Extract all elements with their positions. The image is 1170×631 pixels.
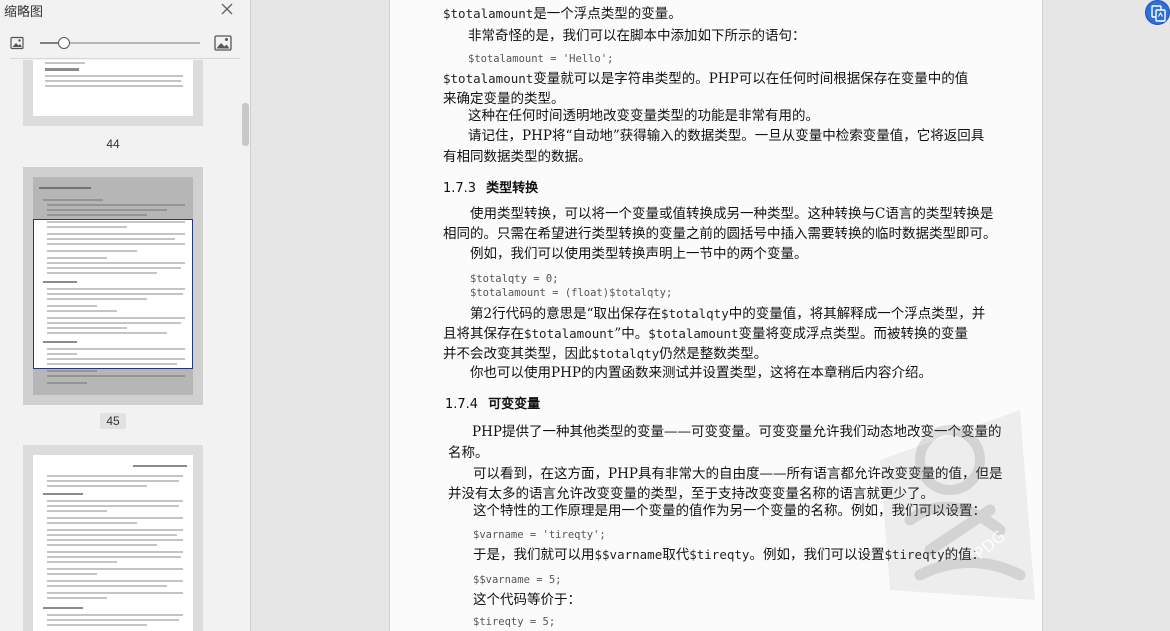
thumbnail-panel-title: 缩略图: [4, 4, 44, 19]
section-heading: 1.7.3 类型转换: [443, 180, 538, 198]
document-page: $totalamount是一个浮点类型的变量。 非常奇怪的是，我们可以在脚本中添加…: [389, 0, 1043, 631]
text-line: $totalamount是一个浮点类型的变量。: [443, 5, 682, 23]
text-run: 。例如，我们可以设置: [749, 547, 885, 563]
thumbnail-page-45[interactable]: [23, 167, 203, 405]
image-small-icon[interactable]: [10, 36, 24, 50]
code-line: $$varname = 5;: [473, 570, 562, 589]
zoom-slider-handle[interactable]: [58, 37, 70, 49]
inline-code: $totalamount: [443, 71, 534, 86]
code-line: $totalamount = 'Hello';: [468, 49, 613, 68]
text-run: 来确定变量的类型。: [443, 91, 565, 107]
inline-code: $totalqty: [591, 346, 660, 361]
image-large-icon[interactable]: [214, 34, 232, 52]
text-run: 有相同数据类型的数据。: [443, 149, 592, 165]
text-line: 这个代码等价于：: [473, 591, 581, 609]
text-line: 第2行代码的意思是“取出保存在$totalqty中的变量值，将其解释成一个浮点类…: [470, 305, 985, 323]
translate-tool-icon: [1151, 5, 1166, 22]
text-run: 例如，我们可以使用类型转换声明上一节中的两个变量。: [470, 246, 808, 262]
text-line: 请记住，PHP将“自动地”获得输入的数据类型。一旦从变量中检索变量值，它将返回具: [468, 127, 984, 145]
text-line: 且将其保存在$totalamount”中。$totalamount变量将变成浮点…: [443, 325, 968, 343]
section-title: 可变变量: [488, 397, 541, 412]
text-run: 变量将变成浮点类型。而被转换的变量: [738, 326, 969, 342]
float-tool-button[interactable]: [1145, 0, 1170, 25]
section-title: 类型转换: [486, 181, 539, 196]
text-line: 来确定变量的类型。: [443, 90, 565, 108]
thumbnail-page-number: 44: [106, 137, 120, 151]
code-line: $totalamount = (float)$totalqty;: [470, 283, 672, 302]
inline-code: $$varname = 5;: [473, 574, 562, 586]
code-line: $tireqty = 5;: [473, 612, 555, 631]
panel-divider: [10, 58, 240, 59]
text-run: 请记住，PHP将“自动地”获得输入的数据类型。一旦从变量中检索变量值，它将返回具: [468, 128, 985, 144]
text-run: 你也可以使用PHP的内置函数来测试并设置类型，这将在本章稍后内容介绍。: [470, 365, 932, 381]
inline-code: $totalamount = (float)$totalqty;: [470, 287, 673, 299]
inline-code: $$varname: [594, 547, 663, 562]
close-icon[interactable]: [219, 1, 235, 17]
thumbnail-panel: 缩略图 44 45: [0, 0, 251, 631]
thumbnail-page-number-selected: 45: [100, 413, 126, 429]
inline-code: $totalamount: [443, 6, 534, 21]
thumbnail-panel-header: 缩略图: [0, 0, 250, 20]
text-line: 有相同数据类型的数据。: [443, 148, 592, 166]
text-line: 使用类型转换，可以将一个变量或值转换成另一种类型。这种转换与C语言的类型转换是: [470, 205, 993, 223]
inline-code: $tireqty: [689, 547, 750, 562]
text-run: 且将其保存在: [443, 326, 524, 342]
section-heading: 1.7.4 可变变量: [445, 396, 540, 414]
text-run: 第2行代码的意思是“取出保存在: [470, 306, 661, 322]
text-run: 于是，我们就可以用: [473, 547, 595, 563]
text-line: 并没有太多的语言允许改变变量的类型，至于支持改变变量名称的语言就更少了。: [448, 485, 934, 503]
text-line: 相同的。只需在希望进行类型转换的变量之前的圆括号中插入需要转换的临时数据类型即可…: [443, 225, 997, 243]
inline-code: $tireqty = 5;: [473, 616, 556, 628]
thumbnail-scrollbar-thumb[interactable]: [242, 103, 249, 146]
text-run: 变量就可以是字符串类型的。PHP可以在任何时间根据保存在变量中的值: [533, 71, 969, 87]
text-line: 你也可以使用PHP的内置函数来测试并设置类型，这将在本章稍后内容介绍。: [470, 364, 932, 382]
inline-code: $totalamount: [524, 326, 615, 341]
text-run: 取代: [662, 547, 690, 563]
text-line: 并不会改变其类型，因此$totalqty仍然是整数类型。: [443, 345, 767, 363]
text-run: 使用类型转换，可以将一个变量或值转换成另一种类型。这种转换与C语言的类型转换是: [470, 206, 994, 222]
section-number: 1.7.4: [445, 397, 479, 412]
section-number: 1.7.3: [443, 181, 477, 196]
thumbnail-list: 44 45: [0, 60, 240, 631]
text-line: $totalamount变量就可以是字符串类型的。PHP可以在任何时间根据保存在…: [443, 70, 968, 88]
thumbnail-zoom-control: [0, 30, 250, 58]
thumbnail-page-number: 45: [23, 413, 203, 429]
thumbnail-page-44[interactable]: [23, 60, 203, 126]
thumbnail-page-46[interactable]: [23, 445, 203, 631]
inline-code: $totalamount: [648, 326, 739, 341]
text-run: 名称。: [448, 445, 489, 461]
watermark-stamp: PDG: [880, 410, 1035, 600]
thumbnail-offscreen-overlay: [33, 369, 193, 395]
text-run: 并不会改变其类型，因此: [443, 346, 592, 362]
text-run: 仍然是整数类型。: [659, 346, 768, 362]
thumbnail-offscreen-overlay: [33, 177, 193, 219]
text-run: 这个代码等价于：: [473, 592, 581, 608]
thumbnail-image: [33, 455, 193, 631]
inline-code: $totalamount = 'Hello';: [468, 53, 614, 65]
code-line: $varname = 'tireqty';: [473, 525, 606, 544]
thumbnail-viewport-indicator[interactable]: [33, 219, 193, 369]
inline-code: $totalqty: [661, 306, 729, 321]
text-run: 并没有太多的语言允许改变变量的类型，至于支持改变变量名称的语言就更少了。: [448, 486, 934, 502]
text-run: 中的变量值，将其解释成一个浮点类型，并: [728, 306, 986, 322]
inline-code: $varname = 'tireqty';: [473, 529, 606, 541]
text-line: 非常奇怪的是，我们可以在脚本中添加如下所示的语句：: [468, 27, 806, 45]
thumbnail-image: [33, 60, 193, 116]
text-run: 这种在任何时间透明地改变变量类型的功能是非常有用的。: [468, 108, 819, 124]
text-run: ”中。: [614, 326, 649, 342]
text-run: 是一个浮点类型的变量。: [533, 6, 682, 22]
text-run: 相同的。只需在希望进行类型转换的变量之前的圆括号中插入需要转换的临时数据类型即可…: [443, 226, 997, 242]
text-line: 名称。: [448, 444, 489, 462]
text-line: 例如，我们可以使用类型转换声明上一节中的两个变量。: [470, 245, 808, 263]
text-run: 非常奇怪的是，我们可以在脚本中添加如下所示的语句：: [468, 28, 806, 44]
text-line: 这种在任何时间透明地改变变量类型的功能是非常有用的。: [468, 107, 819, 125]
